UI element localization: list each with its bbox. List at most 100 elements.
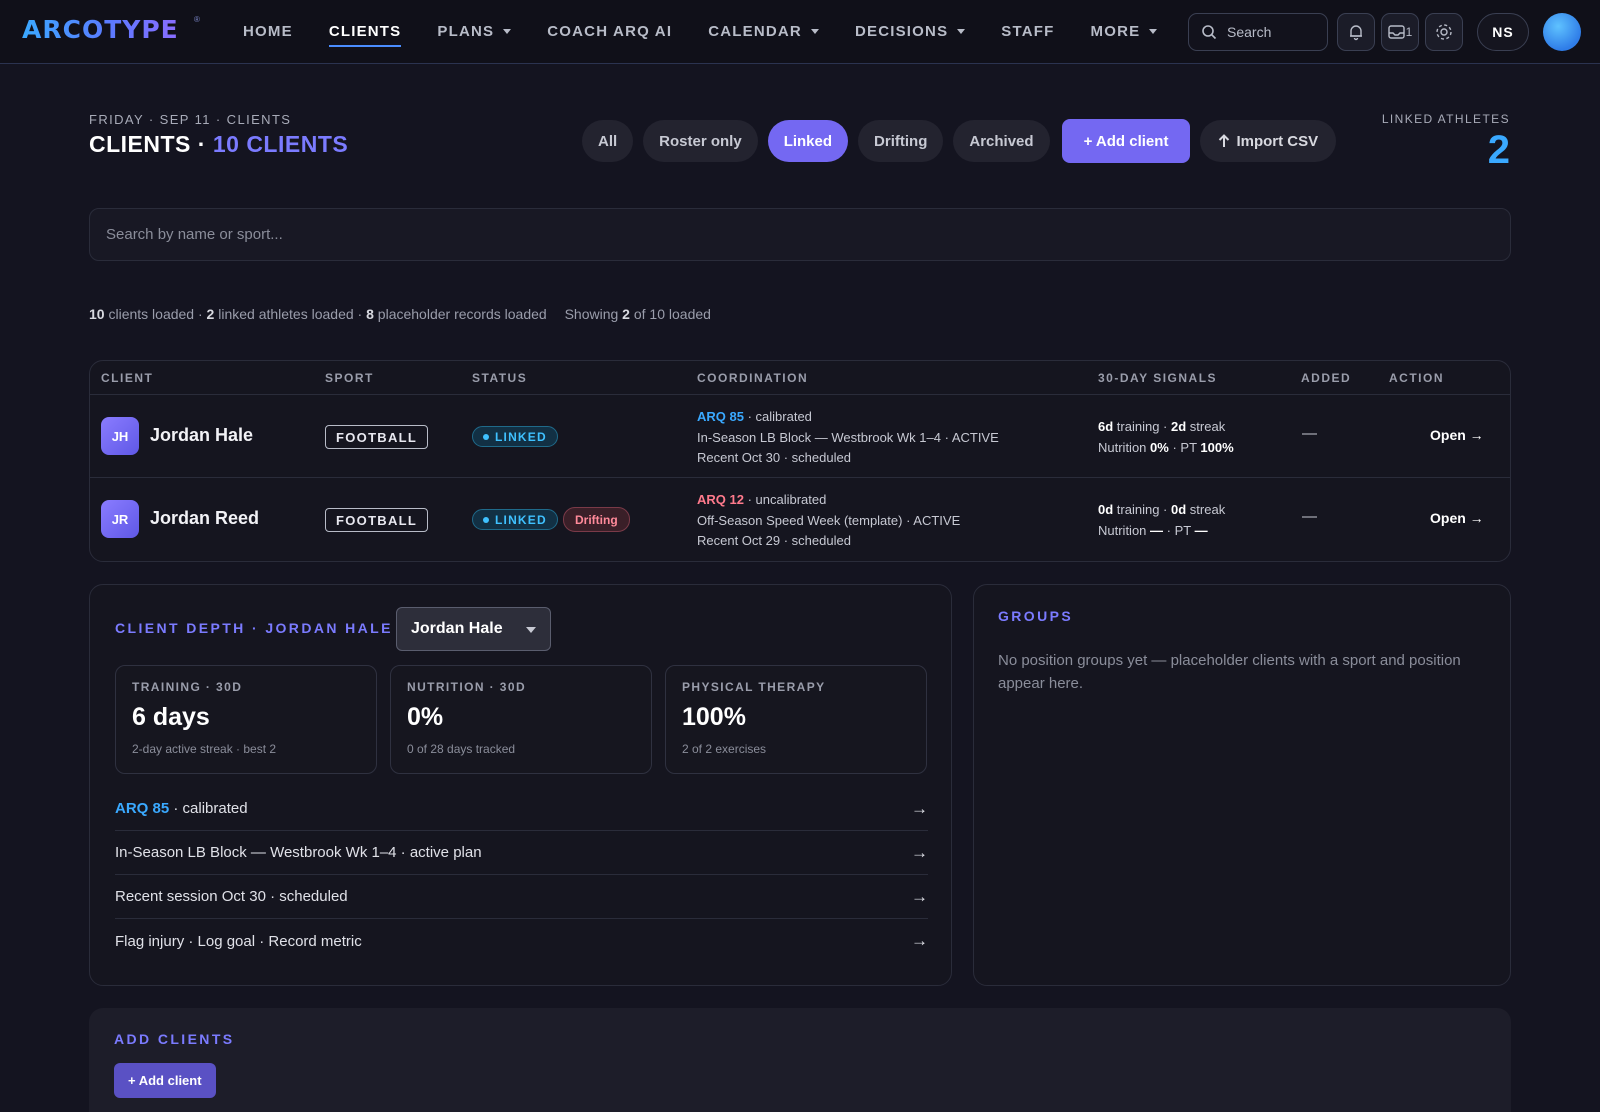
nav-clients-label: CLIENTS — [328, 23, 402, 40]
arq-score: ARQ 85 — [697, 409, 744, 424]
global-search-placeholder: Search — [1227, 24, 1272, 40]
filter-linked[interactable]: Linked — [767, 120, 849, 162]
linked-athletes-value: 2 — [1487, 128, 1510, 172]
nav-coach-arq-ai[interactable]: COACH ARQ AI — [547, 0, 672, 63]
nav-staff[interactable]: STAFF — [1001, 0, 1054, 63]
pt-value: 100% — [1200, 440, 1234, 455]
arrow-right-icon: → — [911, 842, 928, 862]
client-select-value: Jordan Hale — [411, 620, 503, 637]
nav-home-label: HOME — [243, 23, 293, 40]
global-search[interactable]: Search — [1188, 13, 1328, 51]
nav-staff-label: STAFF — [1001, 23, 1055, 40]
arrow-right-icon: → — [911, 886, 928, 906]
add-client-button-secondary[interactable]: + Add client — [114, 1063, 216, 1098]
streak-text: streak — [1189, 502, 1226, 517]
import-csv-button[interactable]: Import CSV — [1200, 120, 1337, 162]
client-name[interactable]: Jordan Hale — [150, 425, 253, 446]
add-client-button[interactable]: + Add client — [1061, 119, 1191, 163]
added-cell: — — [1302, 425, 1317, 442]
training-days: 6d — [1098, 419, 1114, 434]
metric-label: TRAINING · 30D — [132, 680, 243, 694]
pt-label: · PT — [1166, 523, 1191, 538]
nav-decisions-label: DECISIONS — [854, 23, 949, 40]
recent-text: Recent Oct 29 · scheduled — [697, 533, 851, 548]
arq-link-row[interactable]: ARQ 85 · calibrated → — [115, 787, 928, 831]
page-title-count: 10 CLIENTS — [212, 131, 349, 157]
groups-title: GROUPS — [998, 608, 1074, 624]
sport-tag: FOOTBALL — [325, 508, 429, 532]
arrow-right-icon: → — [911, 931, 928, 950]
nav-more[interactable]: MORE — [1091, 0, 1158, 63]
breadcrumb: FRIDAY · SEP 11 · CLIENTS — [89, 112, 292, 127]
nav-plans[interactable]: PLANS — [437, 0, 512, 63]
session-link-text: Recent session Oct 30 · scheduled — [115, 888, 348, 905]
chevron-down-icon — [957, 29, 966, 34]
groups-panel: GROUPS No position groups yet — placehol… — [973, 584, 1511, 986]
load-stats: 10 clients loaded · 2 linked athletes lo… — [89, 306, 711, 322]
stat-linked-count: 2 — [206, 306, 215, 322]
page-title: CLIENTS · 10 CLIENTS — [89, 131, 348, 158]
filter-all[interactable]: All — [582, 120, 634, 162]
page-title-text: CLIENTS · — [89, 131, 206, 157]
add-clients-section: ADD CLIENTS + Add client — [89, 1008, 1511, 1112]
nav-clients[interactable]: CLIENTS — [328, 0, 402, 63]
arcotype-logo[interactable]: ARCOTYPE — [22, 15, 179, 44]
sport-tag: FOOTBALL — [325, 425, 429, 449]
linked-athletes-label: LINKED ATHLETES — [1381, 112, 1510, 126]
session-link-row[interactable]: Recent session Oct 30 · scheduled → — [115, 875, 928, 919]
plan-link-row[interactable]: In-Season LB Block — Westbrook Wk 1–4 · … — [115, 831, 928, 875]
signals-cell: 0d training · 0d streak Nutrition — · PT… — [1098, 499, 1225, 541]
client-select-dropdown[interactable]: Jordan Hale — [396, 607, 551, 651]
training-text: training · — [1116, 502, 1168, 517]
column-header-sport: SPORT — [325, 371, 374, 385]
plan-text: Off-Season Speed Week (template) · ACTIV… — [697, 512, 961, 528]
metric-subtext: 0 of 28 days tracked — [407, 742, 516, 756]
streak-days: 2d — [1171, 419, 1187, 434]
nutrition-value: — — [1150, 523, 1164, 538]
status-dot-icon — [483, 433, 489, 440]
user-initials-button[interactable]: NS — [1477, 13, 1529, 51]
table-row[interactable]: JH Jordan Hale FOOTBALL LINKED ARQ 85 · … — [90, 395, 1510, 478]
stat-clients-text: clients loaded · — [108, 306, 203, 322]
metric-card-training: TRAINING · 30D 6 days 2-day active strea… — [115, 665, 377, 774]
nav-plans-label: PLANS — [437, 23, 495, 40]
inbox-count: 1 — [1405, 25, 1413, 39]
open-client-button[interactable]: Open → — [1430, 510, 1484, 526]
recent-text: Recent Oct 30 · scheduled — [697, 450, 851, 465]
settings-button[interactable] — [1425, 13, 1463, 51]
inbox-button[interactable]: 1 — [1381, 13, 1419, 51]
column-header-action: ACTION — [1389, 371, 1444, 385]
actions-link-row[interactable]: Flag injury · Log goal · Record metric → — [115, 919, 928, 963]
status-badge: LINKED — [472, 509, 558, 530]
client-search-input[interactable] — [89, 208, 1511, 261]
pt-value: — — [1194, 523, 1208, 538]
filter-archived[interactable]: Archived — [953, 120, 1050, 162]
filter-roster-only[interactable]: Roster only — [643, 120, 758, 162]
nav-more-label: MORE — [1090, 23, 1141, 40]
nav-decisions[interactable]: DECISIONS — [854, 0, 966, 63]
chevron-down-icon — [810, 29, 819, 34]
nav-calendar[interactable]: CALENDAR — [708, 0, 819, 63]
import-csv-label: Import CSV — [1236, 132, 1319, 150]
groups-empty-text: No position groups yet — placeholder cli… — [998, 652, 1461, 692]
plan-link-text: In-Season LB Block — Westbrook Wk 1–4 · … — [115, 844, 482, 861]
nav-home[interactable]: HOME — [243, 0, 293, 63]
search-icon — [1202, 25, 1217, 40]
upload-arrow-icon — [1219, 134, 1230, 147]
coordination-cell: ARQ 85 · calibrated In-Season LB Block —… — [697, 407, 999, 469]
bell-icon — [1350, 25, 1362, 41]
avatar[interactable] — [1543, 13, 1581, 51]
signals-cell: 6d training · 2d streak Nutrition 0% · P… — [1098, 416, 1234, 458]
open-client-button[interactable]: Open → — [1430, 427, 1484, 443]
training-days: 0d — [1098, 502, 1114, 517]
metric-subtext: 2-day active streak · best 2 — [132, 742, 277, 756]
filter-drifting[interactable]: Drifting — [858, 120, 944, 162]
metric-value: 6 days — [132, 703, 210, 731]
stat-clients-count: 10 — [89, 306, 105, 322]
streak-text: streak — [1189, 419, 1226, 434]
notifications-button[interactable] — [1337, 13, 1375, 51]
column-header-added: ADDED — [1301, 371, 1352, 385]
clients-table: CLIENT SPORT STATUS COORDINATION 30-DAY … — [89, 360, 1511, 562]
table-row[interactable]: JR Jordan Reed FOOTBALL LINKED Drifting … — [90, 478, 1510, 561]
client-name[interactable]: Jordan Reed — [150, 508, 259, 529]
